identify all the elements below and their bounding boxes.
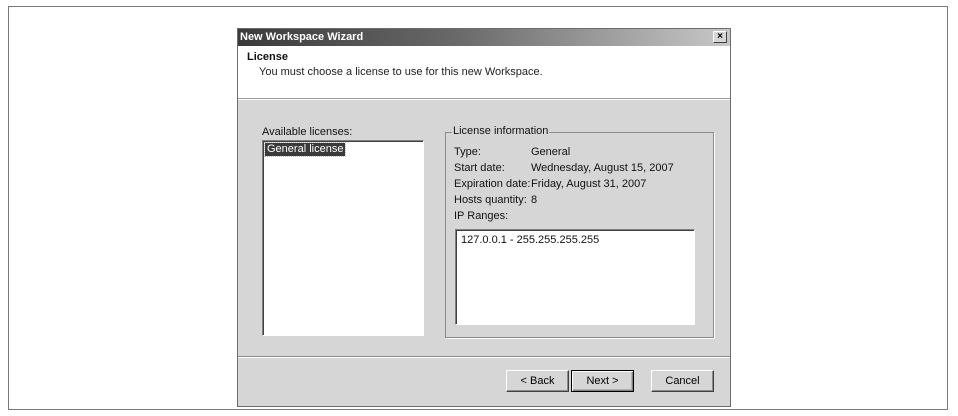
header-divider [238, 99, 730, 100]
cancel-button[interactable]: Cancel [651, 370, 714, 392]
page-subtitle: You must choose a license to use for thi… [259, 66, 543, 78]
button-separator [238, 356, 730, 358]
type-label: Type: [454, 146, 481, 158]
cancel-button-label: Cancel [665, 375, 700, 387]
license-information-legend: License information [452, 125, 550, 137]
available-licenses-label: Available licenses: [262, 126, 353, 138]
back-button[interactable]: < Back [506, 370, 569, 392]
type-value: General [531, 146, 571, 158]
license-list-item[interactable]: General license [263, 142, 347, 157]
close-button[interactable]: × [713, 31, 727, 43]
back-button-label: < Back [520, 375, 555, 387]
start-date-value: Wednesday, August 15, 2007 [531, 162, 674, 174]
ip-range-item: 127.0.0.1 - 255.255.255.255 [461, 234, 600, 246]
close-icon: × [717, 31, 723, 42]
expiration-date-label: Expiration date: [454, 178, 531, 190]
wizard-header: License You must choose a license to use… [238, 46, 730, 99]
hosts-quantity-label: Hosts quantity: [454, 194, 527, 206]
next-button-label: Next > [586, 375, 619, 387]
new-workspace-wizard-dialog: New Workspace Wizard × License You must … [237, 28, 731, 407]
next-button[interactable]: Next > [571, 370, 634, 392]
page-title: License [247, 51, 288, 63]
ip-ranges-list[interactable]: 127.0.0.1 - 255.255.255.255 [455, 229, 695, 325]
hosts-quantity-value: 8 [531, 194, 538, 206]
start-date-label: Start date: [454, 162, 505, 174]
ip-ranges-label: IP Ranges: [454, 210, 509, 222]
expiration-date-value: Friday, August 31, 2007 [531, 178, 647, 190]
title-bar[interactable]: New Workspace Wizard × [238, 29, 730, 46]
available-licenses-list[interactable]: General license [262, 140, 424, 336]
dialog-title: New Workspace Wizard [240, 31, 364, 43]
